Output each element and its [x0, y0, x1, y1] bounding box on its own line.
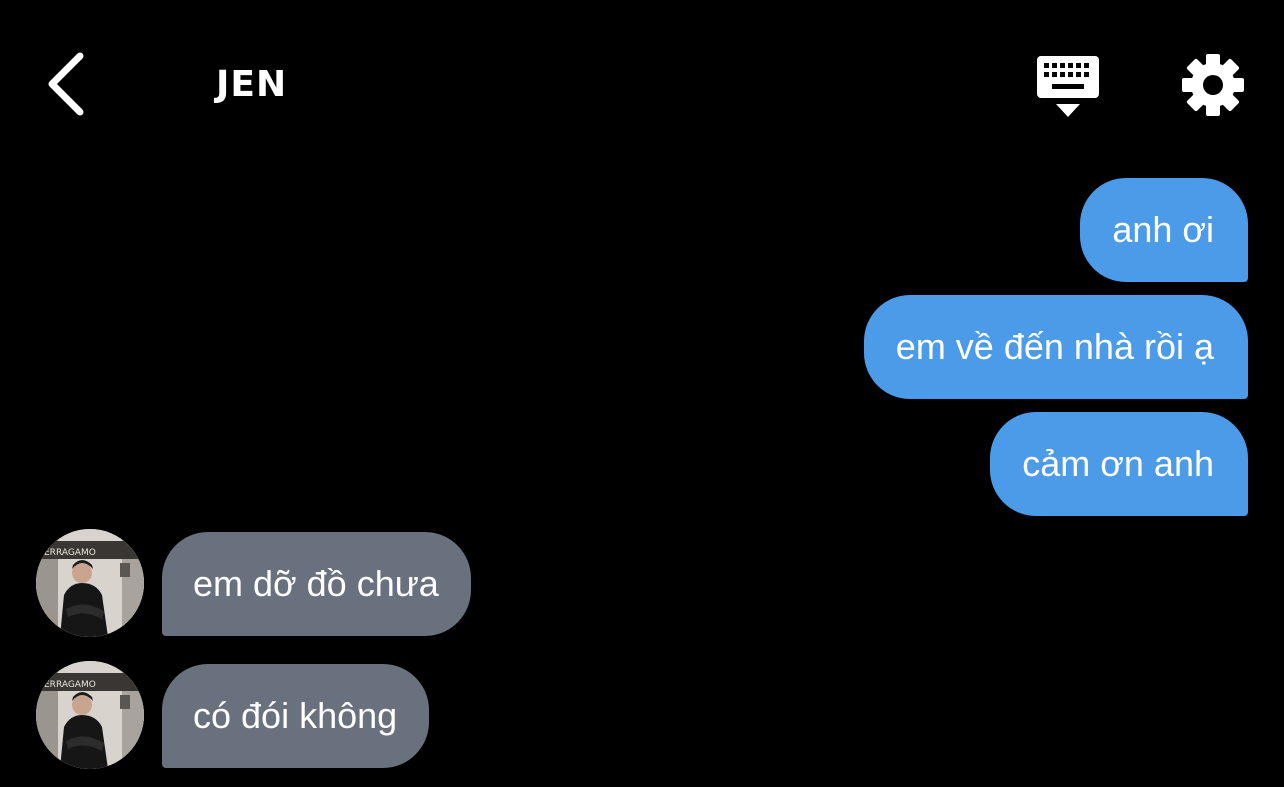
settings-button[interactable]: [1180, 52, 1246, 118]
contact-avatar[interactable]: ERRAGAMO: [36, 661, 144, 769]
svg-text:ERRAGAMO: ERRAGAMO: [44, 548, 96, 558]
keyboard-toggle-button[interactable]: [1034, 54, 1102, 120]
sent-message-bubble[interactable]: em về đến nhà rồi ạ: [863, 295, 1248, 399]
sent-message-bubble[interactable]: anh ơi: [1080, 178, 1248, 282]
chevron-left-icon: [48, 52, 84, 116]
sent-message-bubble[interactable]: cảm ơn anh: [990, 412, 1248, 516]
received-message-bubble[interactable]: có đói không: [162, 664, 430, 768]
received-message-bubble[interactable]: em dỡ đồ chưa: [162, 532, 471, 636]
svg-text:ERRAGAMO: ERRAGAMO: [44, 680, 96, 690]
chat-header: JEN: [0, 0, 1284, 160]
chat-title: JEN: [216, 64, 288, 105]
back-button[interactable]: [40, 50, 92, 118]
keyboard-hide-icon: [1037, 56, 1099, 117]
contact-avatar[interactable]: ERRAGAMO: [36, 529, 144, 637]
gear-icon: [1182, 54, 1244, 116]
